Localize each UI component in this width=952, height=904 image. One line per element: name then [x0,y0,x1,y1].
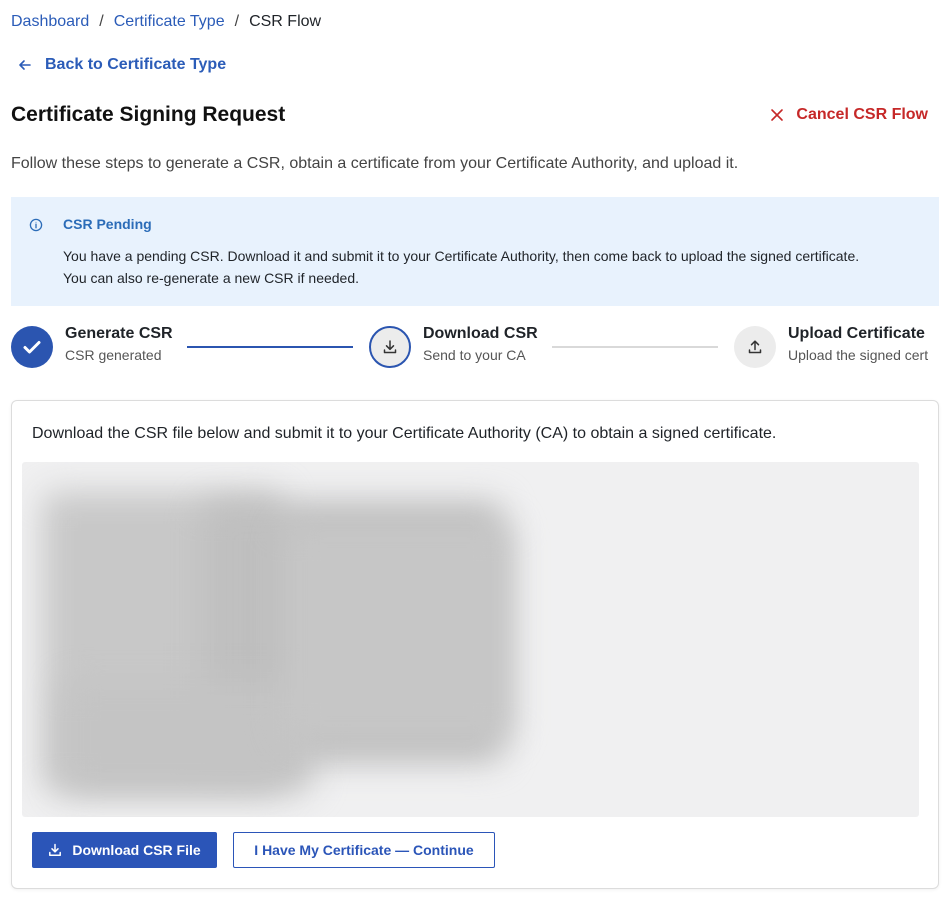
continue-button-label: I Have My Certificate — Continue [254,842,474,858]
back-to-certificate-type-link[interactable]: Back to Certificate Type [17,56,226,74]
page-subtitle: Follow these steps to generate a CSR, ob… [11,155,739,172]
step-upload-certificate-subtitle: Upload the signed cert [788,347,929,363]
download-icon [383,340,397,354]
step-download-csr-subtitle: Send to your CA [423,347,526,363]
redaction-blur [62,682,312,792]
close-icon [771,109,784,121]
check-icon [23,341,41,354]
alert-title: CSR Pending [63,216,152,232]
card-instruction: Download the CSR file below and submit i… [32,425,777,442]
step-upload-certificate-indicator [734,326,776,368]
breadcrumb-separator: / [99,13,104,30]
step-connector-2 [552,346,718,348]
have-certificate-continue-button[interactable]: I Have My Certificate — Continue [233,832,495,868]
arrow-left-icon [19,60,31,70]
cancel-button-label: Cancel CSR Flow [796,106,928,123]
info-icon [29,218,43,232]
step-upload-certificate-title: Upload Certificate [788,325,925,342]
breadcrumb-current: CSR Flow [249,13,322,30]
csr-pending-alert: CSR Pending You have a pending CSR. Down… [11,197,939,306]
download-button-label: Download CSR File [72,842,201,858]
page-title: Certificate Signing Request [11,103,286,126]
step-download-csr-title: Download CSR [423,325,538,342]
csr-content-redacted [22,462,919,817]
step-connector-1 [187,346,353,348]
alert-line-1: You have a pending CSR. Download it and … [63,248,860,264]
download-csr-button[interactable]: Download CSR File [32,832,217,868]
step-download-csr-indicator [369,326,411,368]
redaction-blur [282,522,512,742]
cancel-csr-flow-button[interactable]: Cancel CSR Flow [770,106,928,124]
breadcrumb: Dashboard / Certificate Type / CSR Flow [11,13,321,31]
csr-stepper: Generate CSR CSR generated Download CSR … [11,325,939,369]
download-icon [49,843,62,856]
upload-icon [748,340,762,354]
breadcrumb-dashboard-link[interactable]: Dashboard [11,13,89,31]
step-generate-csr-indicator [11,326,53,368]
download-csr-card: Download the CSR file below and submit i… [11,400,939,889]
step-generate-csr-subtitle: CSR generated [65,347,162,363]
alert-line-2: You can also re-generate a new CSR if ne… [63,270,360,286]
step-generate-csr-title: Generate CSR [65,325,173,342]
breadcrumb-separator: / [234,13,240,30]
back-link-label: Back to Certificate Type [45,56,227,73]
breadcrumb-certificate-type-link[interactable]: Certificate Type [114,13,225,31]
alert-body: You have a pending CSR. Download it and … [63,245,859,289]
